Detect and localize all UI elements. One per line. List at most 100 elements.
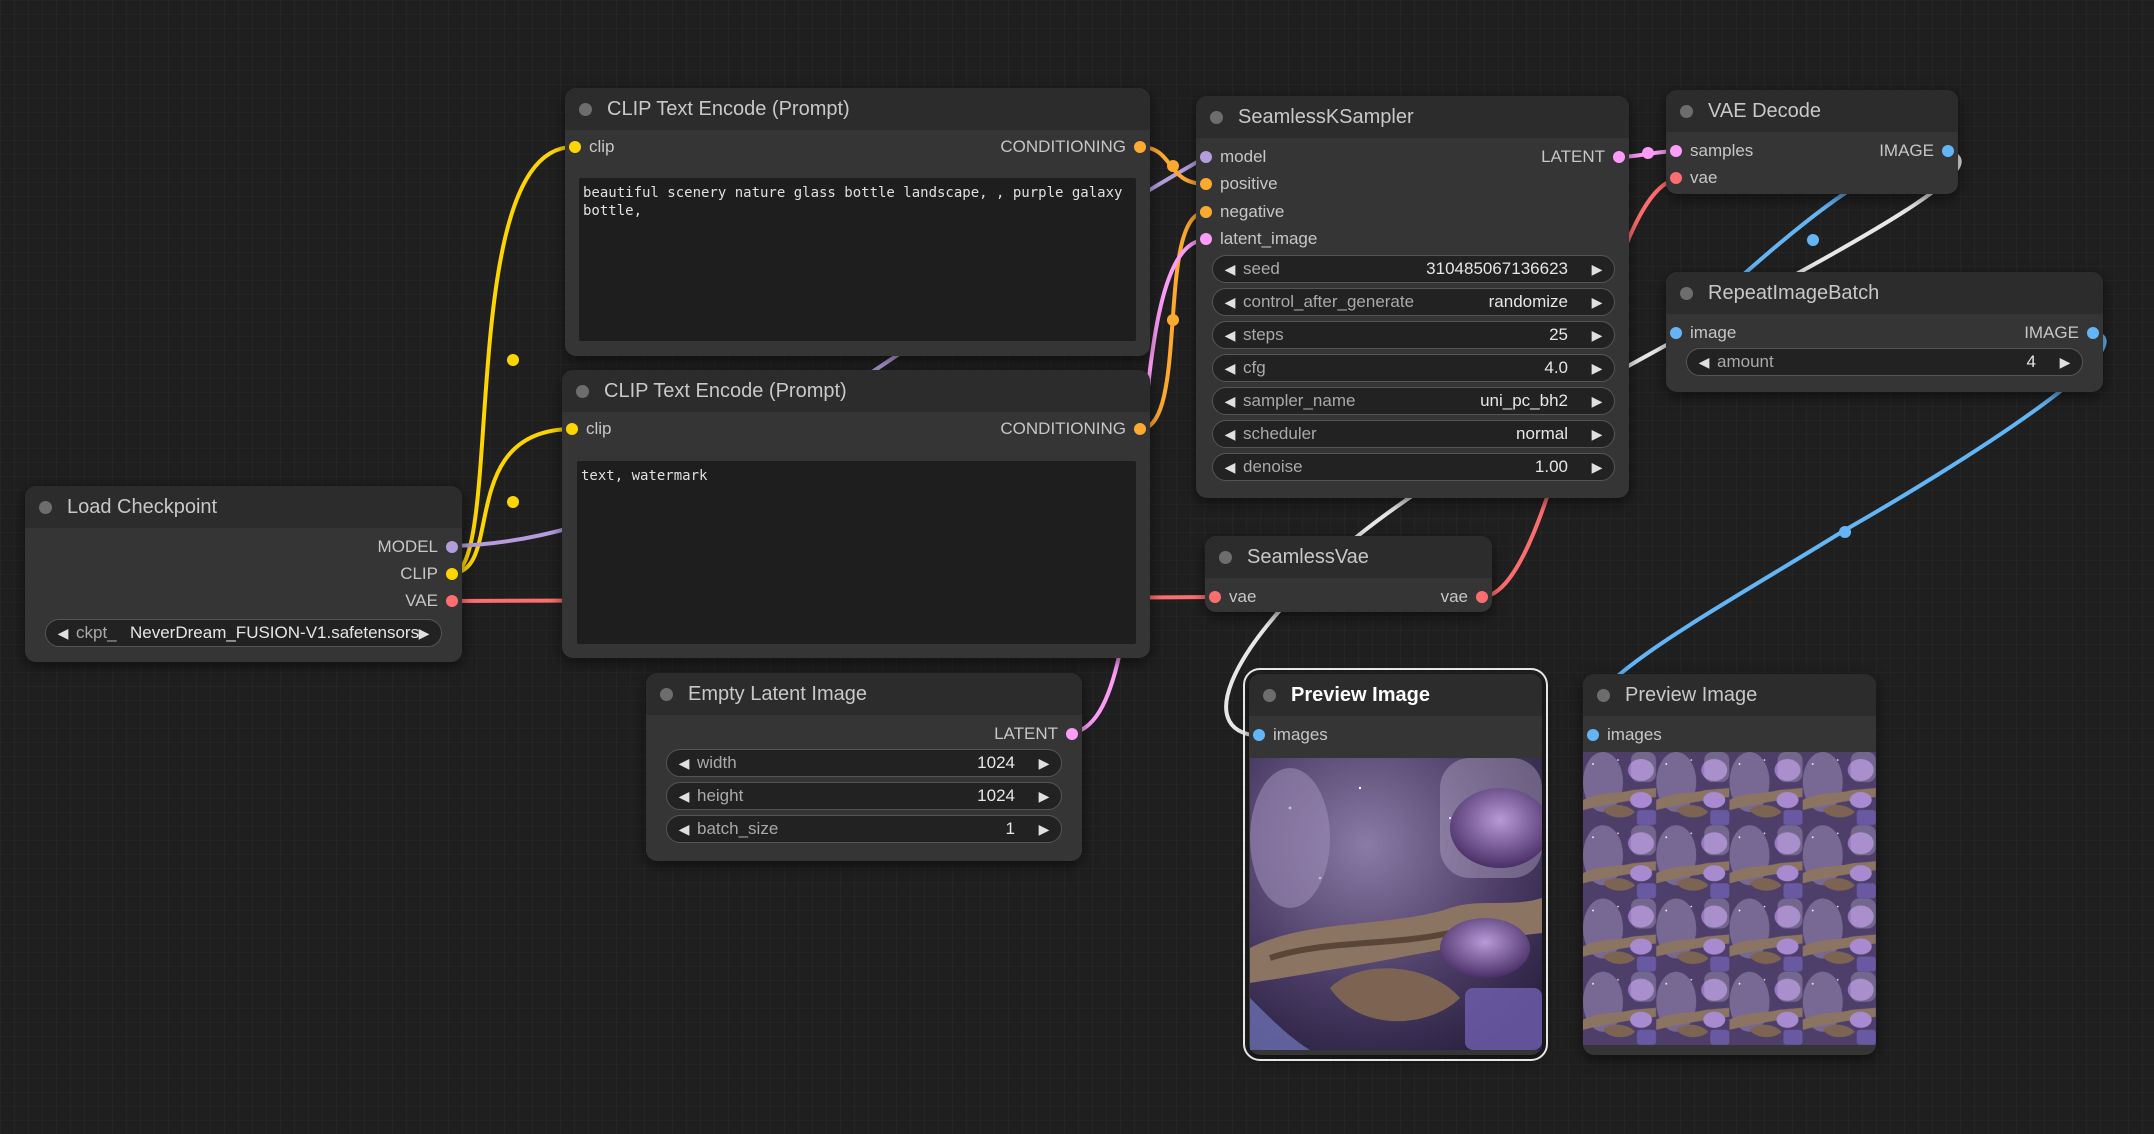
arrow-left-icon[interactable]: ◀ (1219, 355, 1241, 381)
node-title[interactable]: Empty Latent Image (646, 673, 1082, 715)
image-input-socket-icon[interactable] (1670, 327, 1682, 339)
arrow-right-icon[interactable]: ▶ (413, 620, 435, 646)
seed-widget[interactable]: ◀ seed 310485067136623 ▶ (1212, 255, 1615, 283)
node-title[interactable]: CLIP Text Encode (Prompt) (565, 88, 1150, 130)
images-input-socket-icon[interactable] (1253, 729, 1265, 741)
vae-output-socket-icon[interactable] (1476, 591, 1488, 603)
arrow-right-icon[interactable]: ▶ (1033, 750, 1055, 776)
input-vae[interactable]: vae (1666, 165, 1717, 191)
preview-image-thumbnail[interactable] (1583, 752, 1876, 1045)
input-vae[interactable]: vae (1205, 584, 1256, 610)
control-after-generate-widget[interactable]: ◀ control_after_generate randomize ▶ (1212, 288, 1615, 316)
output-vae[interactable]: vae (1441, 584, 1492, 610)
preview-image-thumbnail[interactable] (1250, 758, 1542, 1050)
arrow-left-icon[interactable]: ◀ (1693, 349, 1715, 375)
latent-output-socket-icon[interactable] (1066, 728, 1078, 740)
vae-input-socket-icon[interactable] (1670, 172, 1682, 184)
image-output-socket-icon[interactable] (2087, 327, 2099, 339)
negative-input-socket-icon[interactable] (1200, 206, 1212, 218)
arrow-left-icon[interactable]: ◀ (1219, 421, 1241, 447)
input-samples[interactable]: samples (1666, 138, 1753, 164)
vae-input-socket-icon[interactable] (1209, 591, 1221, 603)
collapse-dot-icon[interactable] (579, 103, 592, 116)
arrow-right-icon[interactable]: ▶ (1586, 256, 1608, 282)
output-vae[interactable]: VAE (405, 588, 462, 614)
scheduler-widget[interactable]: ◀ scheduler normal ▶ (1212, 420, 1615, 448)
arrow-right-icon[interactable]: ▶ (1586, 388, 1608, 414)
vae-output-socket-icon[interactable] (446, 595, 458, 607)
node-title[interactable]: Load Checkpoint (25, 486, 462, 528)
node-title[interactable]: CLIP Text Encode (Prompt) (562, 370, 1150, 412)
collapse-dot-icon[interactable] (1263, 689, 1276, 702)
node-title[interactable]: SeamlessKSampler (1196, 96, 1629, 138)
denoise-widget[interactable]: ◀ denoise 1.00 ▶ (1212, 453, 1615, 481)
seamless-vae-node[interactable]: SeamlessVae vae vae (1205, 536, 1492, 612)
arrow-left-icon[interactable]: ◀ (673, 816, 695, 842)
seamless-ksampler-node[interactable]: SeamlessKSampler model LATENT positive n… (1196, 96, 1629, 498)
samples-input-socket-icon[interactable] (1670, 145, 1682, 157)
sampler-name-widget[interactable]: ◀ sampler_name uni_pc_bh2 ▶ (1212, 387, 1615, 415)
collapse-dot-icon[interactable] (1680, 287, 1693, 300)
node-title[interactable]: Preview Image (1249, 674, 1542, 716)
clip-input-socket-icon[interactable] (566, 423, 578, 435)
latent-output-socket-icon[interactable] (1613, 151, 1625, 163)
collapse-dot-icon[interactable] (1210, 111, 1223, 124)
arrow-right-icon[interactable]: ▶ (1033, 783, 1055, 809)
arrow-left-icon[interactable]: ◀ (1219, 454, 1241, 480)
latent-image-input-socket-icon[interactable] (1200, 233, 1212, 245)
prompt-textarea[interactable]: beautiful scenery nature glass bottle la… (579, 178, 1136, 341)
steps-widget[interactable]: ◀ steps 25 ▶ (1212, 321, 1615, 349)
arrow-right-icon[interactable]: ▶ (1586, 355, 1608, 381)
output-model[interactable]: MODEL (378, 534, 462, 560)
preview-image-node-selected[interactable]: Preview Image images (1243, 668, 1548, 1061)
load-checkpoint-node[interactable]: Load Checkpoint MODEL CLIP VAE ◀ ckpt_ N… (25, 486, 462, 662)
arrow-right-icon[interactable]: ▶ (1033, 816, 1055, 842)
output-clip[interactable]: CLIP (400, 561, 462, 587)
repeat-image-batch-node[interactable]: RepeatImageBatch image IMAGE ◀ amount 4 … (1666, 272, 2103, 392)
arrow-right-icon[interactable]: ▶ (2054, 349, 2076, 375)
input-clip[interactable]: clip (562, 416, 612, 442)
collapse-dot-icon[interactable] (576, 385, 589, 398)
clip-output-socket-icon[interactable] (446, 568, 458, 580)
arrow-left-icon[interactable]: ◀ (1219, 388, 1241, 414)
conditioning-output-socket-icon[interactable] (1134, 141, 1146, 153)
input-negative[interactable]: negative (1196, 199, 1284, 225)
height-number-widget[interactable]: ◀ height 1024 ▶ (666, 782, 1062, 810)
preview-image-node-tiled[interactable]: Preview Image images (1583, 674, 1876, 1055)
arrow-left-icon[interactable]: ◀ (52, 620, 74, 646)
model-input-socket-icon[interactable] (1200, 151, 1212, 163)
input-model[interactable]: model (1196, 144, 1266, 170)
width-number-widget[interactable]: ◀ width 1024 ▶ (666, 749, 1062, 777)
collapse-dot-icon[interactable] (1680, 105, 1693, 118)
collapse-dot-icon[interactable] (1219, 551, 1232, 564)
node-title[interactable]: Preview Image (1583, 674, 1876, 716)
arrow-left-icon[interactable]: ◀ (1219, 289, 1241, 315)
image-output-socket-icon[interactable] (1942, 145, 1954, 157)
prompt-textarea[interactable]: text, watermark (577, 461, 1136, 644)
collapse-dot-icon[interactable] (660, 688, 673, 701)
arrow-right-icon[interactable]: ▶ (1586, 454, 1608, 480)
model-output-socket-icon[interactable] (446, 541, 458, 553)
input-image[interactable]: image (1666, 320, 1736, 346)
empty-latent-image-node[interactable]: Empty Latent Image LATENT ◀ width 1024 ▶… (646, 673, 1082, 861)
input-images[interactable]: images (1249, 722, 1328, 748)
clip-text-encode-negative-node[interactable]: CLIP Text Encode (Prompt) clip CONDITION… (562, 370, 1150, 658)
arrow-right-icon[interactable]: ▶ (1586, 289, 1608, 315)
input-positive[interactable]: positive (1196, 171, 1278, 197)
output-image[interactable]: IMAGE (2024, 320, 2103, 346)
positive-input-socket-icon[interactable] (1200, 178, 1212, 190)
input-latent-image[interactable]: latent_image (1196, 226, 1317, 252)
arrow-left-icon[interactable]: ◀ (673, 783, 695, 809)
clip-text-encode-positive-node[interactable]: CLIP Text Encode (Prompt) clip CONDITION… (565, 88, 1150, 356)
arrow-left-icon[interactable]: ◀ (1219, 322, 1241, 348)
output-latent[interactable]: LATENT (994, 721, 1082, 747)
input-clip[interactable]: clip (565, 134, 615, 160)
ckpt-name-combo[interactable]: ◀ ckpt_ NeverDream_FUSION-V1.safetensors… (45, 619, 442, 647)
node-title[interactable]: VAE Decode (1666, 90, 1958, 132)
output-image[interactable]: IMAGE (1879, 138, 1958, 164)
output-conditioning[interactable]: CONDITIONING (1000, 416, 1150, 442)
collapse-dot-icon[interactable] (39, 501, 52, 514)
batch-size-number-widget[interactable]: ◀ batch_size 1 ▶ (666, 815, 1062, 843)
arrow-left-icon[interactable]: ◀ (673, 750, 695, 776)
arrow-right-icon[interactable]: ▶ (1586, 322, 1608, 348)
